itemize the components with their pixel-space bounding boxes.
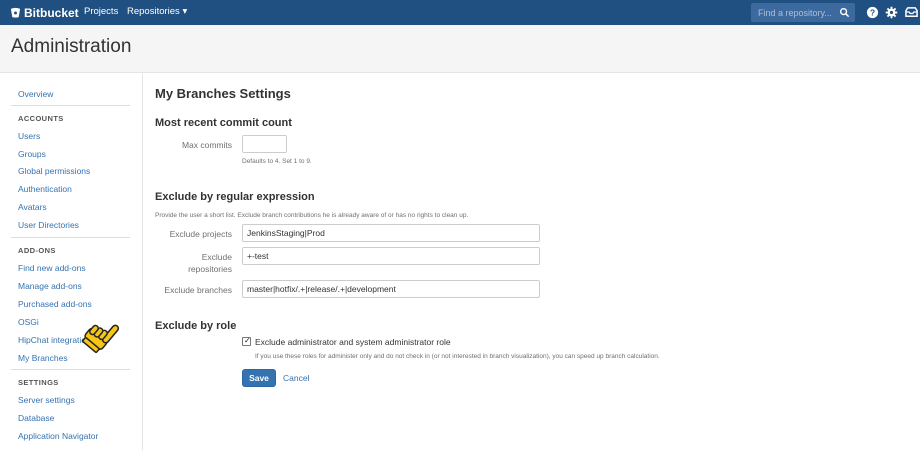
exclude-branches-label: Exclude branches xyxy=(164,285,232,295)
settings-title: My Branches Settings xyxy=(155,86,291,101)
page-header: Administration xyxy=(0,25,920,73)
sidebar-heading-addons: ADD-ONS xyxy=(18,246,56,255)
sidebar-item-database[interactable]: Database xyxy=(18,413,54,423)
bitbucket-bucket-icon xyxy=(10,7,21,18)
exclude-admin-role-checkbox[interactable]: ✓ xyxy=(242,336,251,346)
inbox-icon[interactable] xyxy=(905,6,918,19)
nav-projects[interactable]: Projects xyxy=(84,6,118,17)
bitbucket-logo[interactable]: Bitbucket xyxy=(10,5,79,20)
sidebar-heading-accounts: ACCOUNTS xyxy=(18,114,64,123)
search-input[interactable] xyxy=(751,3,839,22)
max-commits-input[interactable] xyxy=(242,135,287,153)
sidebar-item-users[interactable]: Users xyxy=(18,131,40,141)
logo-text: Bitbucket xyxy=(24,5,79,20)
max-commits-help: Defaults to 4. Set 1 to 9. xyxy=(242,158,312,165)
repository-search[interactable] xyxy=(751,3,855,22)
checkmark-icon: ✓ xyxy=(244,336,251,345)
gear-icon[interactable] xyxy=(885,6,898,19)
sidebar-item-application-navigator[interactable]: Application Navigator xyxy=(18,431,98,441)
sidebar-divider xyxy=(11,369,130,370)
sidebar-item-purchased-addons[interactable]: Purchased add-ons xyxy=(18,299,92,309)
sidebar-item-overview[interactable]: Overview xyxy=(18,89,53,99)
section-heading-exclude-regex: Exclude by regular expression xyxy=(155,191,315,203)
sidebar-item-server-settings[interactable]: Server settings xyxy=(18,395,75,405)
max-commits-label: Max commits xyxy=(181,140,232,150)
exclude-role-help: If you use these roles for administer on… xyxy=(255,353,660,360)
help-icon[interactable]: ? xyxy=(866,6,879,19)
section-heading-commit-count: Most recent commit count xyxy=(155,117,292,129)
exclude-projects-label: Exclude projects xyxy=(169,229,232,239)
sidebar-item-my-branches[interactable]: My Branches xyxy=(18,353,68,363)
exclude-repositories-label-line2: repositories xyxy=(188,264,232,274)
top-navigation-bar: Bitbucket Projects Repositories ▾ ? xyxy=(0,0,920,25)
page-title: Administration xyxy=(11,36,132,57)
svg-text:?: ? xyxy=(870,7,875,17)
admin-sidebar: Overview ACCOUNTS Users Groups Global pe… xyxy=(0,74,143,450)
exclude-repositories-input[interactable] xyxy=(242,247,540,265)
sidebar-heading-settings: SETTINGS xyxy=(18,378,59,387)
sidebar-item-avatars[interactable]: Avatars xyxy=(18,202,47,212)
sidebar-divider xyxy=(11,105,130,106)
nav-repositories-dropdown[interactable]: Repositories ▾ xyxy=(127,6,187,17)
sidebar-item-user-directories[interactable]: User Directories xyxy=(18,220,79,230)
exclude-branches-input[interactable] xyxy=(242,280,540,298)
sidebar-item-find-new-addons[interactable]: Find new add-ons xyxy=(18,263,86,273)
sidebar-item-authentication[interactable]: Authentication xyxy=(18,184,72,194)
search-icon[interactable] xyxy=(839,7,850,18)
sidebar-item-osgi[interactable]: OSGi xyxy=(18,317,39,327)
sidebar-item-groups[interactable]: Groups xyxy=(18,149,46,159)
sidebar-item-manage-addons[interactable]: Manage add-ons xyxy=(18,281,82,291)
exclude-regex-description: Provide the user a short list. Exclude b… xyxy=(155,212,469,219)
exclude-admin-role-label[interactable]: Exclude administrator and system adminis… xyxy=(255,337,451,347)
cancel-link[interactable]: Cancel xyxy=(283,373,309,383)
exclude-projects-input[interactable] xyxy=(242,224,540,242)
save-button[interactable]: Save xyxy=(242,369,276,387)
hand-pointer-icon xyxy=(82,324,120,354)
sidebar-item-global-permissions[interactable]: Global permissions xyxy=(18,166,90,176)
exclude-repositories-label-line1: Exclude xyxy=(201,252,232,262)
sidebar-divider xyxy=(11,237,130,238)
section-heading-exclude-role: Exclude by role xyxy=(155,320,237,332)
